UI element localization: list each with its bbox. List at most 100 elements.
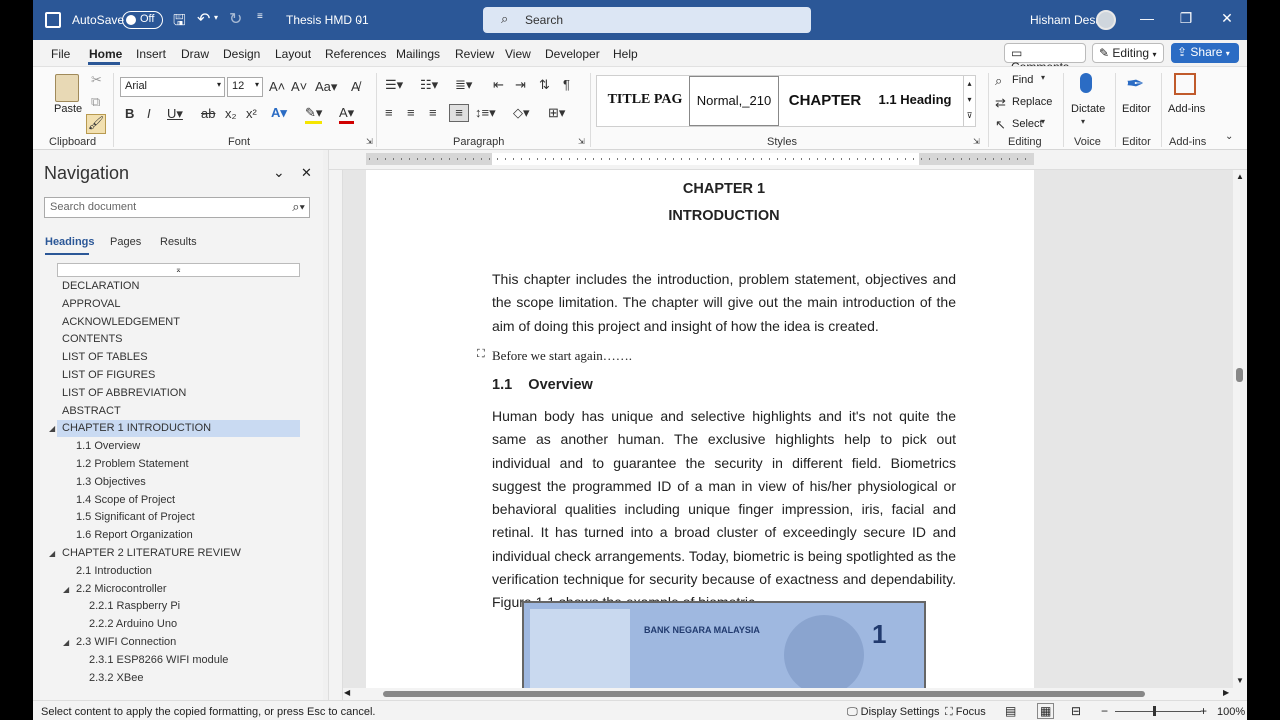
dictate-button[interactable]: Dictate xyxy=(1071,103,1105,115)
tab-insert[interactable]: Insert xyxy=(136,47,166,61)
nav-heading-item[interactable]: CHAPTER 1 INTRODUCTION xyxy=(57,420,300,438)
find-icon[interactable]: ⌕ xyxy=(995,73,1002,89)
zoom-in-icon[interactable]: + xyxy=(1200,704,1207,718)
format-painter-icon[interactable]: 🖌 xyxy=(86,114,106,134)
vertical-scroll-thumb[interactable] xyxy=(1236,368,1243,382)
nav-heading-item[interactable]: 2.2.2 Arduino Uno xyxy=(89,616,177,633)
copy-icon[interactable]: ⧉ xyxy=(91,94,100,110)
addins-icon[interactable] xyxy=(1174,73,1196,95)
grow-font-icon[interactable]: A˄ xyxy=(269,79,285,94)
horizontal-scroll-thumb[interactable] xyxy=(383,691,1145,697)
collapse-heading-icon[interactable]: ◢ xyxy=(63,638,69,647)
close-icon[interactable]: ✕ xyxy=(1217,10,1237,27)
scroll-left-icon[interactable]: ◀ xyxy=(344,688,350,697)
nav-close-icon[interactable]: ✕ xyxy=(301,165,312,181)
bold-icon[interactable]: B xyxy=(125,106,134,121)
style-normal[interactable]: Normal,_210 xyxy=(689,76,779,126)
paste-icon[interactable] xyxy=(55,74,79,102)
select-icon[interactable]: ↖ xyxy=(995,117,1006,133)
user-name[interactable]: Hisham Desa xyxy=(1030,13,1102,27)
undo-dropdown-icon[interactable]: ▾ xyxy=(214,13,218,22)
justify-icon[interactable]: ≡ xyxy=(449,104,469,122)
increase-indent-icon[interactable]: ⇥ xyxy=(515,77,526,93)
style-title-page[interactable]: TITLE PAG xyxy=(603,76,687,126)
nav-heading-item[interactable]: DECLARATION xyxy=(62,278,139,295)
select-button[interactable]: Select xyxy=(1012,118,1043,130)
tab-view[interactable]: View xyxy=(505,47,531,61)
style-heading[interactable]: 1.1 Heading xyxy=(871,76,959,126)
change-case-icon[interactable]: Aa▾ xyxy=(315,79,337,95)
save-icon[interactable]: 🖫 xyxy=(173,10,186,35)
nav-heading-item[interactable]: CONTENTS xyxy=(62,331,123,348)
strikethrough-icon[interactable]: ab xyxy=(201,106,215,121)
nav-heading-item[interactable]: 1.5 Significant of Project xyxy=(76,509,195,526)
zoom-level[interactable]: 100% xyxy=(1217,706,1245,718)
editing-mode-button[interactable]: ✎ Editing ▾ xyxy=(1092,43,1164,63)
collapse-all-bar[interactable]: ⌅ xyxy=(57,263,300,277)
tab-headings[interactable]: Headings xyxy=(45,236,95,248)
nav-heading-item[interactable]: LIST OF FIGURES xyxy=(62,367,155,384)
tab-file[interactable]: File xyxy=(51,47,70,61)
show-formatting-icon[interactable]: ¶ xyxy=(563,77,570,92)
customize-toolbar-icon[interactable]: ≡ xyxy=(257,11,263,22)
collapse-heading-icon[interactable]: ◢ xyxy=(63,585,69,594)
select-dropdown-icon[interactable]: ▾ xyxy=(1041,117,1045,126)
sort-icon[interactable]: ⇅ xyxy=(539,77,550,93)
nav-heading-item[interactable]: 1.1 Overview xyxy=(76,438,140,455)
nav-heading-item[interactable]: LIST OF ABBREVIATION xyxy=(62,385,186,402)
restore-icon[interactable]: ❐ xyxy=(1176,10,1196,27)
nav-heading-item[interactable]: 2.3.2 XBee xyxy=(89,670,143,687)
microphone-icon[interactable] xyxy=(1080,73,1092,93)
align-left-icon[interactable]: ≡ xyxy=(385,105,393,120)
nav-heading-item[interactable]: CHAPTER 2 LITERATURE REVIEW xyxy=(62,545,241,562)
nav-heading-item[interactable]: 1.6 Report Organization xyxy=(76,527,193,544)
nav-heading-item[interactable]: 2.1 Introduction xyxy=(76,563,152,580)
zoom-out-icon[interactable]: − xyxy=(1101,704,1108,718)
tab-developer[interactable]: Developer xyxy=(545,47,600,61)
numbering-icon[interactable]: ☷▾ xyxy=(420,77,438,93)
biometric-figure-image[interactable]: BANK NEGARA MALAYSIA 1 xyxy=(522,601,926,700)
vertical-scrollbar[interactable]: ▲ ▼ xyxy=(1233,170,1247,700)
editor-pen-icon[interactable]: ✒ xyxy=(1126,71,1144,97)
dictate-dropdown-icon[interactable]: ▾ xyxy=(1081,117,1085,126)
autosave-toggle[interactable]: Off xyxy=(122,11,163,29)
superscript-icon[interactable]: x² xyxy=(246,106,257,121)
display-settings-button[interactable]: 🖵 Display Settings xyxy=(847,706,940,719)
line-spacing-icon[interactable]: ↕≡▾ xyxy=(475,105,496,121)
tab-design[interactable]: Design xyxy=(223,47,260,61)
undo-icon[interactable]: ↶ xyxy=(197,9,210,29)
collapse-heading-icon[interactable]: ◢ xyxy=(49,424,55,433)
zoom-slider-thumb[interactable] xyxy=(1153,706,1156,716)
collapse-ribbon-icon[interactable]: ⌄ xyxy=(1225,131,1233,142)
font-color-icon[interactable]: A▾ xyxy=(339,105,355,124)
title-chevron-down-icon[interactable]: ⌄ xyxy=(356,14,364,25)
tab-results[interactable]: Results xyxy=(160,236,197,248)
nav-heading-item[interactable]: ABSTRACT xyxy=(62,403,121,420)
vertical-ruler[interactable] xyxy=(329,170,343,700)
styles-dialog-launcher-icon[interactable]: ⇲ xyxy=(973,137,980,146)
tab-draw[interactable]: Draw xyxy=(181,47,209,61)
italic-icon[interactable]: I xyxy=(147,106,151,121)
paste-label[interactable]: Paste xyxy=(54,103,82,115)
zoom-slider[interactable] xyxy=(1115,711,1201,712)
nav-heading-item[interactable]: 1.4 Scope of Project xyxy=(76,492,175,509)
tab-review[interactable]: Review xyxy=(455,47,494,61)
redo-icon[interactable]: ↻ xyxy=(229,9,242,29)
tab-home[interactable]: Home xyxy=(89,47,122,61)
align-right-icon[interactable]: ≡ xyxy=(429,105,437,120)
focus-button[interactable]: ⛶ Focus xyxy=(945,706,986,719)
nav-heading-item[interactable]: 2.3 WIFI Connection xyxy=(76,634,176,651)
shrink-font-icon[interactable]: A˅ xyxy=(291,79,307,94)
share-button[interactable]: ⇪ Share ▾ xyxy=(1171,43,1239,63)
horizontal-ruler[interactable] xyxy=(329,150,1247,170)
clear-formatting-icon[interactable]: A̸ xyxy=(351,79,360,94)
subscript-icon[interactable]: x₂ xyxy=(225,106,237,121)
multilevel-list-icon[interactable]: ≣▾ xyxy=(455,77,472,93)
tab-pages[interactable]: Pages xyxy=(110,236,141,248)
tab-references[interactable]: References xyxy=(325,47,386,61)
search-box[interactable]: ⌕ Search xyxy=(483,7,811,33)
borders-icon[interactable]: ⊞▾ xyxy=(548,105,565,121)
cut-icon[interactable]: ✂ xyxy=(91,72,102,88)
nav-heading-item[interactable]: 2.2.1 Raspberry Pi xyxy=(89,598,180,615)
align-center-icon[interactable]: ≡ xyxy=(407,105,415,120)
